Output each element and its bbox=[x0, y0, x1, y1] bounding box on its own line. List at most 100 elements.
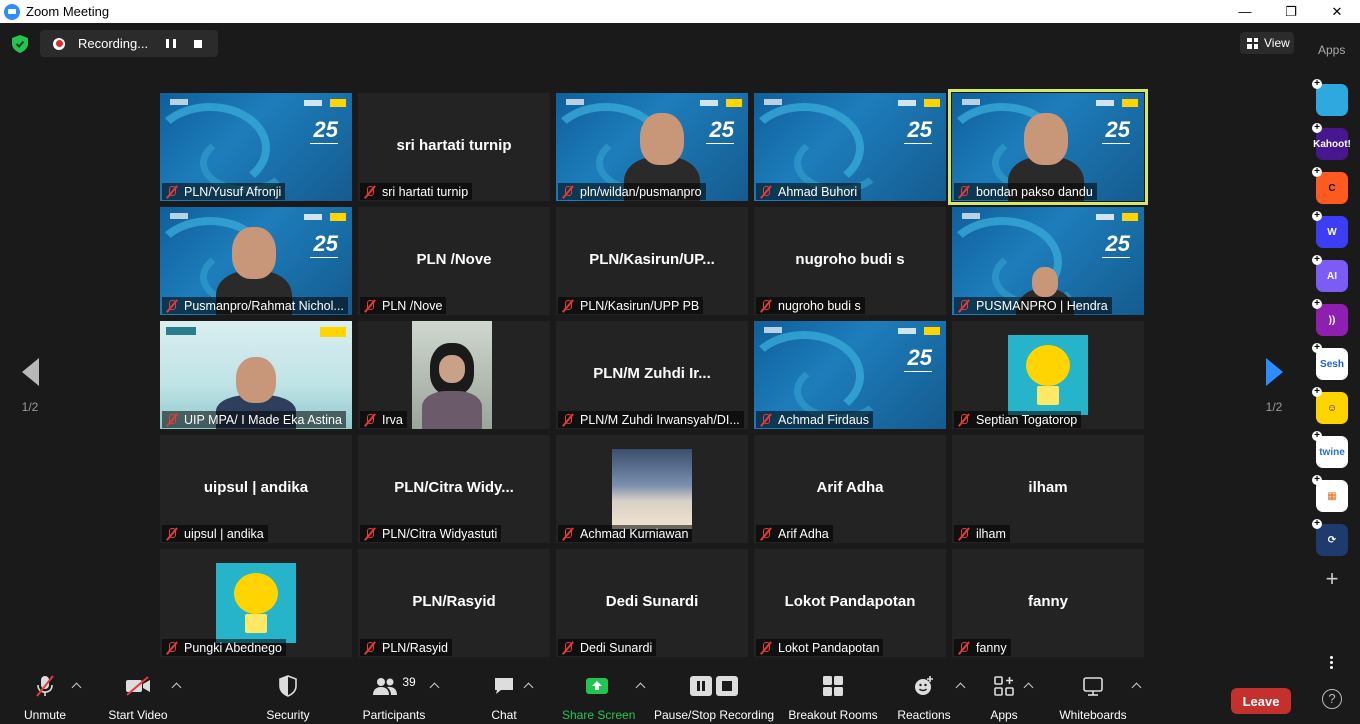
app-waves-icon[interactable]: +)) bbox=[1312, 299, 1348, 336]
unmute-button[interactable]: Unmute bbox=[22, 672, 82, 724]
chat-button[interactable]: Chat bbox=[488, 672, 534, 724]
participant-display-name: PLN/Citra Widy... bbox=[394, 479, 514, 496]
participant-tile[interactable]: PLN/Citra Widy... PLN/Citra Widyastuti bbox=[358, 435, 550, 543]
reactions-caret-icon[interactable] bbox=[955, 682, 966, 693]
participant-tile[interactable]: PLN/Rasyid PLN/Rasyid bbox=[358, 549, 550, 657]
view-button[interactable]: View bbox=[1240, 32, 1294, 54]
participant-name: Pusmanpro/Rahmat Nichol... bbox=[184, 298, 344, 313]
participant-name: PLN/Citra Widyastuti bbox=[382, 526, 498, 541]
participant-tile[interactable]: 25 bondan pakso dandu bbox=[948, 89, 1148, 205]
pause-recording-icon[interactable] bbox=[166, 39, 176, 48]
more-options-icon[interactable] bbox=[1328, 656, 1334, 671]
close-button[interactable]: ✕ bbox=[1314, 0, 1360, 23]
breakout-rooms-button[interactable]: Breakout Rooms bbox=[788, 672, 878, 724]
leave-button[interactable]: Leave bbox=[1231, 688, 1291, 714]
add-app-plus-icon[interactable]: + bbox=[1312, 299, 1322, 309]
add-app-plus-icon[interactable]: + bbox=[1312, 387, 1322, 397]
add-app-plus-icon[interactable]: + bbox=[1312, 79, 1322, 89]
add-app-plus-icon[interactable]: + bbox=[1312, 123, 1322, 133]
pause-stop-icon bbox=[690, 676, 738, 696]
kahoot-icon[interactable]: + Kahoot! bbox=[1312, 123, 1351, 160]
participant-tile[interactable]: 25 PUSMANPRO | Hendra bbox=[952, 207, 1144, 315]
participant-tile[interactable]: Arif Adha Arif Adha bbox=[754, 435, 946, 543]
participant-tile[interactable]: Pungki Abednego bbox=[160, 549, 352, 657]
participants-caret-icon[interactable] bbox=[429, 682, 440, 693]
security-label: Security bbox=[266, 708, 310, 722]
participant-tile[interactable]: PLN /Nove PLN /Nove bbox=[358, 207, 550, 315]
participant-tile[interactable]: sri hartati turnip sri hartati turnip bbox=[358, 93, 550, 201]
add-app-icon[interactable]: + bbox=[1322, 568, 1342, 590]
app-emoji-icon[interactable]: + ☺ bbox=[1312, 387, 1348, 424]
participant-name: PLN/Rasyid bbox=[382, 640, 448, 655]
reactions-button[interactable]: Reactions bbox=[896, 672, 966, 724]
app-c-icon[interactable]: + C bbox=[1312, 167, 1348, 204]
participant-tile[interactable]: Irva bbox=[358, 321, 550, 429]
participant-tile[interactable]: Lokot Pandapotan Lokot Pandapotan bbox=[754, 549, 946, 657]
participant-tile[interactable]: Dedi Sunardi Dedi Sunardi bbox=[556, 549, 748, 657]
add-app-plus-icon[interactable]: + bbox=[1312, 475, 1322, 485]
participant-tile[interactable]: PLN/M Zuhdi Ir... PLN/M Zuhdi Irwansyah/D… bbox=[556, 321, 748, 429]
app-w-icon[interactable]: + W bbox=[1312, 211, 1348, 248]
share-screen-button[interactable]: Share Screen bbox=[562, 672, 646, 724]
logo-25-icon: 25 bbox=[313, 117, 338, 142]
apps-label: Apps bbox=[990, 708, 1018, 722]
stop-recording-icon[interactable] bbox=[194, 39, 202, 48]
rail-app-text: ▦ bbox=[1327, 490, 1337, 502]
chat-caret-icon[interactable] bbox=[523, 682, 534, 693]
encryption-shield-icon[interactable] bbox=[12, 35, 28, 53]
whiteboards-caret-icon[interactable] bbox=[1131, 682, 1142, 693]
twine-icon[interactable]: + twine bbox=[1312, 431, 1348, 468]
logo-25-icon: 25 bbox=[907, 117, 932, 142]
participant-tile[interactable]: 25 pln/wildan/pusmanpro bbox=[556, 93, 748, 201]
participant-tile[interactable]: ilham ilham bbox=[952, 435, 1144, 543]
participant-tile[interactable]: Achmad Kurniawan bbox=[556, 435, 748, 543]
lightbulb-image-icon bbox=[216, 563, 296, 643]
next-page-nav[interactable]: 1/2 bbox=[1254, 358, 1294, 414]
add-app-plus-icon[interactable]: + bbox=[1312, 343, 1322, 353]
muted-microphone-icon bbox=[562, 299, 574, 313]
participant-tile[interactable]: 25 Pusmanpro/Rahmat Nichol... bbox=[160, 207, 352, 315]
add-app-plus-icon[interactable]: + bbox=[1312, 167, 1322, 177]
participant-tile[interactable]: PLN/Kasirun/UP... PLN/Kasirun/UPP PB bbox=[556, 207, 748, 315]
right-arrow-icon[interactable] bbox=[1265, 358, 1283, 386]
minimize-button[interactable]: — bbox=[1222, 0, 1268, 23]
whiteboards-button[interactable]: Whiteboards bbox=[1058, 672, 1142, 724]
maximize-button[interactable]: ❐ bbox=[1268, 0, 1314, 23]
participants-button[interactable]: 39 Participants bbox=[362, 672, 440, 724]
security-button[interactable]: Security bbox=[266, 672, 310, 724]
sesh-icon[interactable]: + Sesh bbox=[1312, 343, 1348, 380]
participant-tile[interactable]: Septian Togatorop bbox=[952, 321, 1144, 429]
participant-tile[interactable]: UIP MPA/ I Made Eka Astina bbox=[160, 321, 352, 429]
previous-page-nav[interactable]: 1/2 bbox=[10, 358, 50, 414]
participant-tile[interactable]: nugroho budi s nugroho budi s bbox=[754, 207, 946, 315]
participant-tile[interactable]: 25 Achmad Firdaus bbox=[754, 321, 946, 429]
participants-label: Participants bbox=[362, 708, 426, 722]
add-app-plus-icon[interactable]: + bbox=[1312, 519, 1322, 529]
participant-name-label: PUSMANPRO | Hendra bbox=[954, 297, 1112, 314]
app-sync-icon[interactable]: + ⟳ bbox=[1312, 519, 1348, 556]
left-arrow-icon[interactable] bbox=[21, 358, 39, 386]
video-options-caret-icon[interactable] bbox=[171, 682, 182, 693]
add-app-plus-icon[interactable]: + bbox=[1312, 431, 1322, 441]
start-video-button[interactable]: Start Video bbox=[108, 672, 182, 724]
app-ai-icon[interactable]: + AI bbox=[1312, 255, 1348, 292]
share-caret-icon[interactable] bbox=[635, 682, 646, 693]
participant-tile[interactable]: 25 Ahmad Buhori bbox=[754, 93, 946, 201]
participant-name: sri hartati turnip bbox=[382, 184, 469, 199]
add-app-plus-icon[interactable]: + bbox=[1312, 255, 1322, 265]
add-app-plus-icon[interactable]: + bbox=[1312, 211, 1322, 221]
participant-display-name: Lokot Pandapotan bbox=[784, 593, 916, 610]
participant-tile[interactable]: uipsul | andika uipsul | andika bbox=[160, 435, 352, 543]
participant-display-name: fanny bbox=[1027, 593, 1068, 610]
participant-name: fanny bbox=[976, 640, 1007, 655]
app-blocks-icon[interactable]: + ▦ bbox=[1312, 475, 1348, 512]
pause-stop-recording-button[interactable]: Pause/Stop Recording bbox=[654, 672, 774, 724]
app-arrow-icon[interactable]: + bbox=[1312, 79, 1348, 116]
chat-bubble-icon bbox=[495, 678, 513, 694]
participant-tile[interactable]: fanny fanny bbox=[952, 549, 1144, 657]
start-video-label: Start Video bbox=[108, 708, 168, 722]
apps-button[interactable]: Apps bbox=[988, 672, 1034, 724]
apps-caret-icon[interactable] bbox=[1023, 682, 1034, 693]
participant-tile[interactable]: 25 PLN/Yusuf Afronji bbox=[160, 93, 352, 201]
audio-options-caret-icon[interactable] bbox=[71, 682, 82, 693]
